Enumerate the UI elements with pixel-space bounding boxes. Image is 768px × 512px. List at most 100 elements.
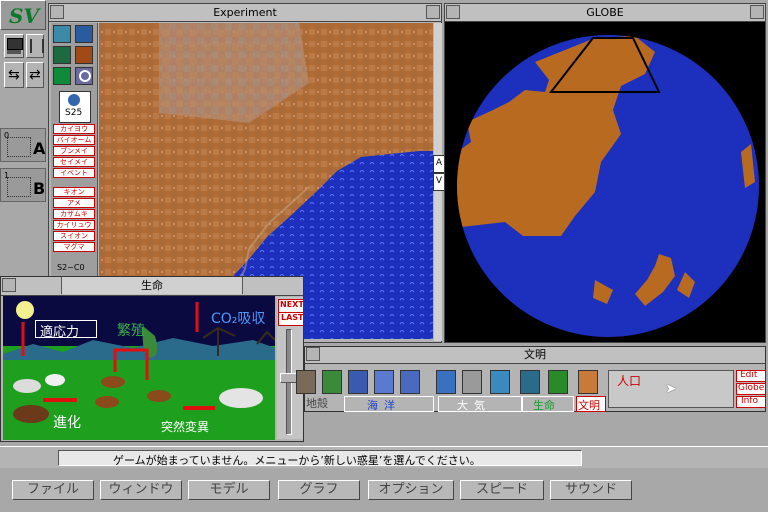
experiment-close-button[interactable] <box>50 5 64 19</box>
logo-panel: SV <box>0 0 46 30</box>
evolve-label: 進化 <box>53 415 81 431</box>
move-tool-button[interactable] <box>75 25 93 43</box>
mutation-label: 突然変異 <box>161 420 210 434</box>
search-tool-button[interactable] <box>75 67 93 85</box>
globe-zoom-button[interactable] <box>750 5 764 19</box>
slider-icon <box>30 39 44 53</box>
hand-tool-button[interactable] <box>75 46 93 64</box>
life-slider: NEXT LAST <box>277 297 304 439</box>
controls-button[interactable] <box>26 34 44 58</box>
civ-icon-ocean-3[interactable] <box>400 370 420 394</box>
group-box-ocean: 海洋 <box>344 396 434 412</box>
slot-a-dotted-box <box>7 137 31 157</box>
civ-icon-life-2[interactable] <box>548 370 568 394</box>
globe-close-button[interactable] <box>446 5 460 19</box>
civ-icon-air-1[interactable] <box>436 370 456 394</box>
next-button[interactable]: NEXT <box>278 299 304 313</box>
group-box-life: 生命 <box>522 396 574 412</box>
experiment-title: Experiment <box>213 6 277 19</box>
last-button[interactable]: LAST <box>278 312 304 326</box>
civ-icon-crust-1[interactable] <box>296 370 316 394</box>
group-label-air: 大気 <box>457 399 491 412</box>
civ-icon-ocean-1[interactable] <box>348 370 368 394</box>
magnifier-icon <box>79 70 91 82</box>
rotate-left-button[interactable]: ⇆ <box>4 62 24 88</box>
tab-rain[interactable]: アメ <box>53 198 95 208</box>
tab-biome[interactable]: バイオーム <box>53 135 95 145</box>
tab-life[interactable]: セイメイ <box>53 157 95 167</box>
tab-civilization[interactable]: ブンメイ <box>53 146 95 156</box>
slot-a[interactable]: 0 A <box>0 128 46 162</box>
life-title: 生命 <box>141 279 163 292</box>
computer-button[interactable] <box>4 34 24 58</box>
next-label: NEXT <box>280 300 304 309</box>
experiment-zoom-button[interactable] <box>426 5 440 19</box>
menu-model[interactable]: モデル <box>188 480 270 500</box>
map-view-button[interactable] <box>53 25 71 43</box>
edit-button[interactable]: Edit <box>736 370 766 382</box>
zoom-in-button[interactable] <box>53 46 71 64</box>
info-button-label: Info <box>741 396 759 406</box>
menu-window[interactable]: ウィンドウ <box>100 480 182 500</box>
scroll-down-label: V <box>435 176 443 186</box>
life-titlebar[interactable]: 生命 <box>1 277 303 296</box>
globe-title: GLOBE <box>586 6 624 19</box>
slot-b-dotted-box <box>7 177 31 197</box>
menu-graph[interactable]: グラフ <box>278 480 360 500</box>
slot-b-letter: B <box>33 179 46 198</box>
rotate-right-button[interactable]: ⇄ <box>26 62 44 88</box>
counter-label: S25 <box>65 108 83 118</box>
experiment-scrollbar[interactable]: A V <box>433 23 445 341</box>
civ-icon-ocean-2[interactable] <box>374 370 394 394</box>
grid-tool-button[interactable] <box>53 67 71 85</box>
menu-sound[interactable]: サウンド <box>550 480 632 500</box>
tab-event[interactable]: イベント <box>53 168 95 178</box>
globe-button-label: Globe <box>738 383 765 393</box>
civ-title: 文明 <box>524 348 546 361</box>
planet-counter-icon <box>68 94 80 106</box>
globe-button[interactable]: Globe <box>736 383 766 395</box>
tab-magma[interactable]: マグマ <box>53 242 95 252</box>
edit-button-label: Edit <box>740 370 758 380</box>
tab-current[interactable]: カイリュウ <box>53 220 95 230</box>
population-display[interactable]: 人口 ➤ <box>608 370 734 408</box>
sun-icon <box>16 301 34 319</box>
group-label-crust: 地殻 <box>306 397 328 410</box>
civ-icon-air-3[interactable] <box>490 370 510 394</box>
civ-titlebar[interactable]: 文明 <box>305 347 765 364</box>
group-label-life: 生命 <box>533 399 555 412</box>
co2-label: CO₂吸収 <box>211 311 266 327</box>
tab-water-temp[interactable]: スイオン <box>53 231 95 241</box>
life-window: 生命 適応力 繁殖 CO₂吸収 進化 突然変異 NEXT LAST <box>0 276 304 442</box>
civ-icon-crust-2[interactable] <box>322 370 342 394</box>
globe-view[interactable] <box>445 22 765 342</box>
scroll-up-label: A <box>435 158 443 168</box>
menu-file[interactable]: ファイル <box>12 480 94 500</box>
keyboard-icon <box>7 50 21 54</box>
civ-icon-life-1[interactable] <box>520 370 540 394</box>
counter-box: S25 <box>59 91 91 123</box>
computer-icon <box>7 38 23 50</box>
swap-arrows-icon: ⇆ <box>8 67 20 83</box>
globe-titlebar[interactable]: GLOBE <box>445 4 765 22</box>
slot-a-letter: A <box>33 139 46 158</box>
civ-icon-air-2[interactable] <box>462 370 482 394</box>
group-box-civ: 文明 <box>576 396 606 412</box>
stack-icon: ⇄ <box>29 67 41 83</box>
tab-wind[interactable]: カザムキ <box>53 209 95 219</box>
life-close-button[interactable] <box>2 278 16 292</box>
tab-ocean[interactable]: カイヨウ <box>53 124 95 134</box>
adapt-label-box: 適応力 <box>35 320 97 340</box>
mouse-cursor-icon: ➤ <box>665 381 677 397</box>
info-button[interactable]: Info <box>736 396 766 408</box>
civ-close-button[interactable] <box>306 347 320 361</box>
status-bar: ゲームが始まっていません。メニューから’新しい惑星’を選んでください。 <box>0 446 768 469</box>
slot-b[interactable]: 1 B <box>0 168 46 202</box>
breed-label: 繁殖 <box>117 323 145 339</box>
tab-temperature[interactable]: キオン <box>53 187 95 197</box>
experiment-titlebar[interactable]: Experiment <box>49 4 441 22</box>
civ-icon-civ[interactable] <box>578 370 598 394</box>
last-label: LAST <box>281 313 304 322</box>
menu-options[interactable]: オプション <box>368 480 454 500</box>
menu-speed[interactable]: スピード <box>460 480 544 500</box>
